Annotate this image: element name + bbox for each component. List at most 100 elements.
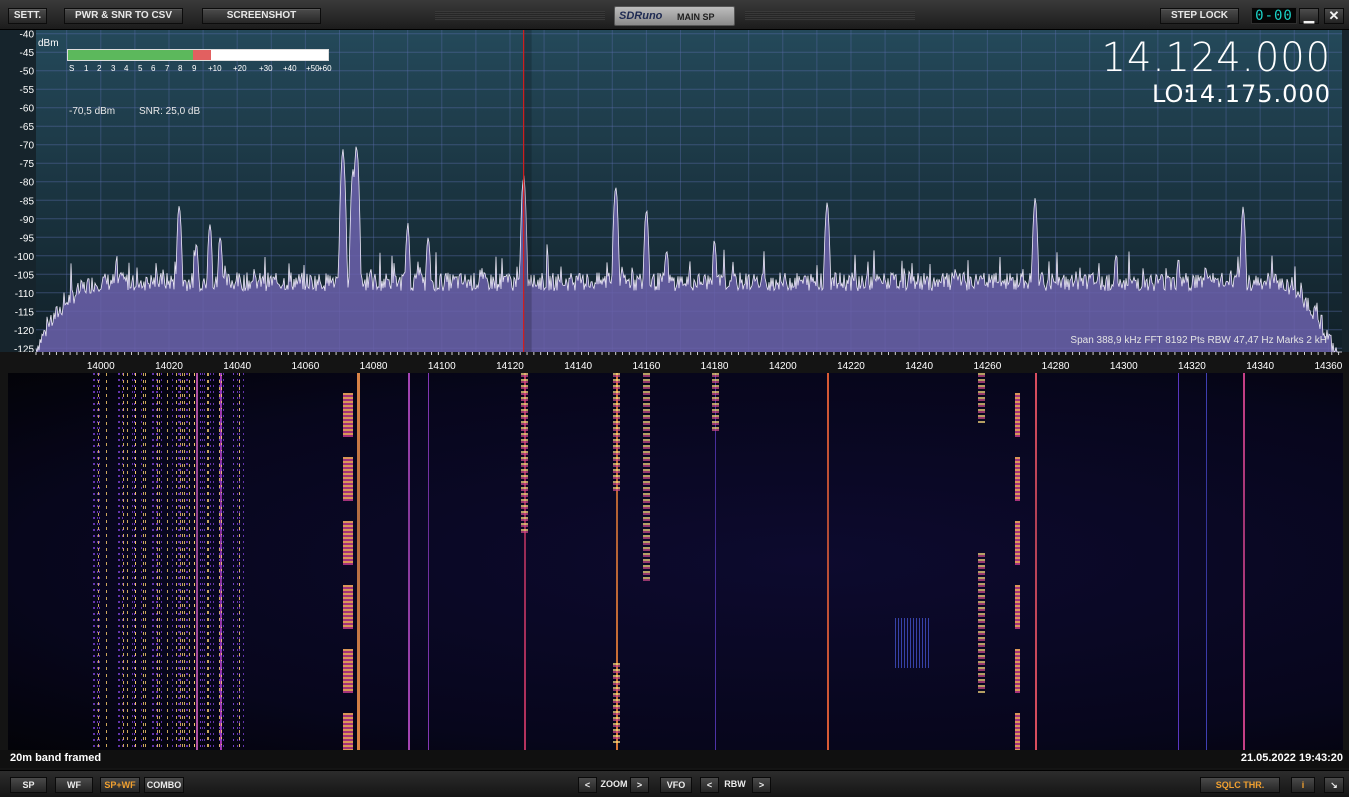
vfo-button[interactable]: VFO [660, 777, 692, 793]
s-meter-scale-label: 5 [138, 64, 143, 73]
s-meter-scale-label: 8 [178, 64, 183, 73]
lo-frequency-display[interactable]: 14.175.000 [1184, 80, 1331, 108]
waterfall-cw-trace [213, 373, 214, 750]
wf-mode-button[interactable]: WF [55, 777, 93, 793]
waterfall-cw-trace [175, 373, 177, 750]
vfo-passband [523, 30, 532, 352]
waterfall-cw-trace [161, 373, 163, 750]
s-meter-scale-label: 9 [192, 64, 197, 73]
x-tick-label: 14060 [291, 361, 319, 372]
waterfall-cw-trace [119, 373, 121, 750]
waterfall-cw-trace [207, 373, 209, 750]
y-tick-label: -60 [20, 104, 35, 115]
vfo-frequency-display[interactable]: 14.124.000 [1102, 38, 1331, 78]
peak-point [1177, 255, 1179, 257]
y-tick-label: -105 [14, 270, 34, 281]
rbw-decrease-button[interactable]: < [700, 777, 719, 793]
s-meter-scale-label: 4 [124, 64, 129, 73]
x-tick-label: 14160 [632, 361, 660, 372]
waterfall-cw-trace [105, 373, 107, 750]
waterfall-voice-burst [977, 553, 985, 693]
spectrum-plot[interactable]: -40 -45 -50 -55 -60 -65 -70 -75 -80 -85 -90 -95 -100… [0, 30, 1349, 373]
combo-mode-button[interactable]: COMBO [144, 777, 184, 793]
waterfall-cw-trace [179, 373, 181, 750]
s-meter-over-fill [193, 50, 211, 60]
rbw-increase-button[interactable]: > [752, 777, 771, 793]
resize-icon[interactable]: ↘ [1324, 777, 1344, 793]
x-axis: 14000 14020 14040 14060 14080 14100 14120 14140… [0, 352, 1349, 373]
y-tick-label: -120 [14, 326, 34, 337]
y-tick-label: -45 [20, 48, 35, 59]
peak-point [342, 147, 344, 149]
waterfall-carrier [1243, 373, 1246, 750]
waterfall-ft8-burst [342, 393, 353, 437]
minimize-icon[interactable]: ▁ [1299, 8, 1319, 24]
waterfall-cw-trace [184, 373, 186, 750]
x-tick-label: 14200 [769, 361, 797, 372]
y-tick-label: -40 [20, 30, 35, 41]
waterfall-cw-trace [181, 373, 183, 750]
drag-grip-right[interactable] [745, 11, 915, 21]
settings-button[interactable]: SETT. [8, 8, 47, 24]
peak-point [1242, 203, 1244, 205]
step-lock-button[interactable]: STEP LOCK [1160, 8, 1239, 24]
s-meter-scale-label: +20 [233, 64, 247, 73]
snr-readout: SNR: 25,0 dB [139, 106, 201, 117]
y-axis: -40 -45 -50 -55 -60 -65 -70 -75 -80 -85 -90 -95 -100… [14, 30, 34, 355]
y-tick-label: -50 [20, 67, 35, 78]
waterfall-cw-trace [121, 373, 123, 750]
s-meter-scale-label: +10 [208, 64, 222, 73]
x-tick-label: 14020 [155, 361, 183, 372]
peak-point [1034, 196, 1036, 198]
s-meter-scale-label: S [69, 64, 75, 73]
sqlc-threshold-button[interactable]: SQLC THR. [1200, 777, 1280, 793]
x-tick-label: 14180 [701, 361, 729, 372]
s-meter-scale-label: 3 [111, 64, 116, 73]
waterfall-cw-trace [200, 373, 202, 750]
waterfall-ft8-burst [1014, 713, 1020, 750]
waterfall-cw-trace [99, 373, 101, 750]
s-meter-scale-label: 7 [165, 64, 170, 73]
waterfall-display[interactable] [8, 373, 1343, 750]
span-info: Span 388,9 kHz FFT 8192 Pts RBW 47,47 Hz… [1070, 335, 1327, 346]
zoom-label: ZOOM [600, 779, 628, 789]
spectrum-display[interactable]: -40 -45 -50 -55 -60 -65 -70 -75 -80 -85 -90 -95 -100… [0, 30, 1349, 373]
peak-point [209, 221, 211, 223]
waterfall-cw-trace [219, 373, 221, 750]
waterfall-cw-trace [220, 373, 222, 750]
waterfall-voice-burst [612, 373, 620, 493]
waterfall-ft8-burst [1014, 521, 1020, 565]
s-meter-scale-label: 6 [151, 64, 156, 73]
waterfall-carrier [407, 373, 410, 750]
drag-grip-left[interactable] [435, 11, 605, 21]
waterfall-cw-trace [166, 373, 168, 750]
screenshot-button[interactable]: SCREENSHOT [202, 8, 321, 24]
peak-point [645, 207, 647, 209]
peak-point [352, 166, 354, 168]
waterfall-cw-trace [135, 373, 137, 750]
sp-mode-button[interactable]: SP [10, 777, 47, 793]
x-tick-label: 14300 [1110, 361, 1138, 372]
peak-point [615, 184, 617, 186]
x-tick-label: 14100 [428, 361, 456, 372]
close-icon[interactable]: ✕ [1324, 8, 1344, 24]
waterfall-carrier [827, 373, 830, 750]
waterfall-cw-trace [236, 373, 238, 750]
info-icon[interactable]: i [1291, 777, 1315, 793]
waterfall-cw-trace [223, 373, 225, 750]
waterfall-cw-trace [122, 373, 124, 750]
waterfall-cw-trace [172, 373, 174, 750]
waterfall-voice-burst [612, 663, 620, 743]
y-tick-label: -90 [20, 215, 35, 226]
peak-point [714, 236, 716, 238]
status-datetime: 21.05.2022 19:43:20 [1240, 752, 1343, 764]
waterfall-cw-trace [186, 373, 188, 750]
zoom-in-button[interactable]: > [630, 777, 649, 793]
x-tick-label: 14340 [1246, 361, 1274, 372]
peak-point [195, 240, 197, 242]
brand-subtitle: MAIN SP [677, 12, 715, 22]
peak-point [219, 233, 221, 235]
zoom-out-button[interactable]: < [578, 777, 597, 793]
sp-wf-mode-button[interactable]: SP+WF [100, 777, 140, 793]
pwr-snr-csv-button[interactable]: PWR & SNR TO CSV [64, 8, 183, 24]
